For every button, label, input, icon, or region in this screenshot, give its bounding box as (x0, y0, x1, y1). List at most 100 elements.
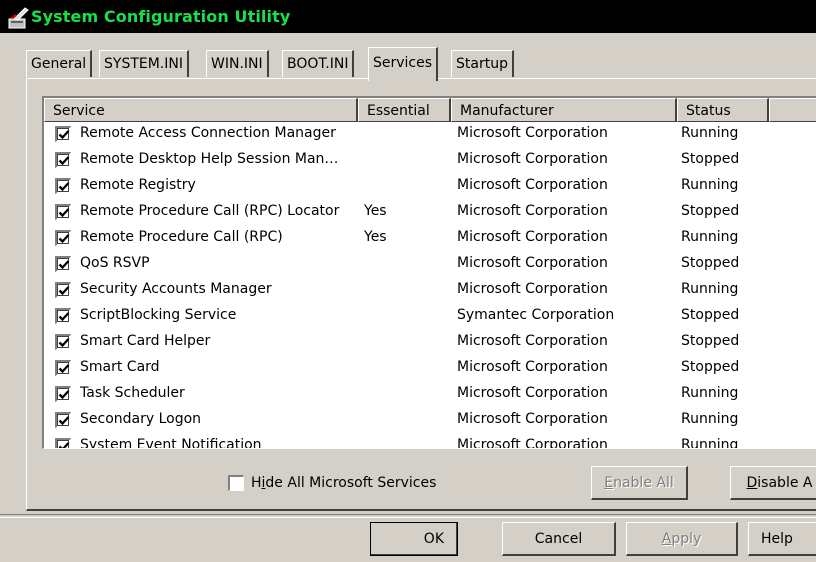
tab-startup[interactable]: Startup (451, 50, 514, 77)
tab-system-ini[interactable]: SYSTEM.INI (99, 50, 189, 77)
window-title: System Configuration Utility (31, 7, 291, 26)
cell-manufacturer: Microsoft Corporation (457, 203, 608, 219)
cell-service: ScriptBlocking Service (80, 307, 237, 323)
cell-status: Stopped (681, 359, 740, 375)
cell-service: Remote Access Connection Manager (80, 125, 336, 141)
service-checkbox[interactable] (55, 152, 71, 168)
column-header-status[interactable]: Status (677, 98, 769, 122)
table-row[interactable]: Task Scheduler Microsoft Corporation Runni… (44, 382, 816, 408)
cell-service: Smart Card Helper (80, 333, 211, 349)
cell-service: Secondary Logon (80, 411, 202, 427)
services-list[interactable]: Service Essential Manufacturer Status Re… (42, 96, 816, 449)
separator (0, 514, 816, 518)
cell-manufacturer: Microsoft Corporation (457, 411, 608, 427)
cell-status: Stopped (681, 333, 740, 349)
column-header-manufacturer[interactable]: Manufacturer (451, 98, 677, 122)
tab-boot-ini[interactable]: BOOT.INI (282, 50, 355, 77)
cell-manufacturer: Symantec Corporation (457, 307, 615, 323)
table-row[interactable]: Remote Procedure Call (RPC) Locator Yes Mi… (44, 200, 816, 226)
table-row[interactable]: Security Accounts Manager Microsoft Corpo… (44, 278, 816, 304)
hide-ms-services-label[interactable]: Hide All Microsoft Services (251, 475, 436, 491)
table-row[interactable]: Remote Access Connection Manager Microsof… (44, 122, 816, 148)
table-row[interactable]: Remote Registry Microsoft Corporation Runn… (44, 174, 816, 200)
cell-manufacturer: Microsoft Corporation (457, 151, 608, 167)
service-checkbox[interactable] (55, 308, 71, 324)
cell-status: Stopped (681, 255, 740, 271)
hide-ms-services-checkbox[interactable] (228, 475, 244, 491)
checkmark-icon (58, 312, 70, 322)
service-checkbox[interactable] (55, 126, 71, 142)
cell-status: Running (681, 281, 739, 297)
service-checkbox[interactable] (55, 412, 71, 428)
cell-manufacturer: Microsoft Corporation (457, 333, 608, 349)
service-checkbox[interactable] (55, 230, 71, 246)
table-row[interactable]: Smart Card Helper Microsoft Corporation St… (44, 330, 816, 356)
cell-manufacturer: Microsoft Corporation (457, 255, 608, 271)
checkmark-icon (58, 364, 70, 374)
checkmark-icon (58, 416, 70, 426)
title-bar[interactable]: System Configuration Utility (0, 0, 816, 33)
service-checkbox[interactable] (55, 256, 71, 272)
table-row[interactable]: ScriptBlocking Service Symantec Corporati… (44, 304, 816, 330)
service-checkbox[interactable] (55, 334, 71, 350)
cell-essential: Yes (364, 203, 387, 219)
column-header-filler (769, 98, 816, 122)
cell-status: Running (681, 125, 739, 141)
cell-service: Task Scheduler (80, 385, 185, 401)
cell-service: Remote Registry (80, 177, 196, 193)
column-header-essential[interactable]: Essential (358, 98, 451, 122)
cell-status: Running (681, 437, 739, 449)
service-checkbox[interactable] (55, 204, 71, 220)
table-row[interactable]: QoS RSVP Microsoft Corporation Stopped (44, 252, 816, 278)
msconfig-icon (8, 7, 29, 29)
checkmark-icon (58, 130, 70, 140)
tab-services[interactable]: Services (368, 47, 439, 81)
cell-essential: Yes (364, 229, 387, 245)
cell-status: Running (681, 177, 739, 193)
help-button[interactable]: Help (748, 522, 816, 556)
cell-status: Running (681, 385, 739, 401)
cell-manufacturer: Microsoft Corporation (457, 229, 608, 245)
list-header: Service Essential Manufacturer Status (44, 98, 816, 122)
checkmark-icon (58, 442, 70, 448)
cell-status: Stopped (681, 307, 740, 323)
cell-service: Remote Desktop Help Session Man… (80, 151, 339, 167)
checkmark-icon (58, 182, 70, 192)
disable-all-button[interactable]: Disable A (730, 466, 816, 500)
tab-general[interactable]: General (26, 50, 93, 77)
cell-manufacturer: Microsoft Corporation (457, 359, 608, 375)
cell-status: Running (681, 229, 739, 245)
checkmark-icon (58, 390, 70, 400)
cell-service: Smart Card (80, 359, 160, 375)
cell-status: Running (681, 411, 739, 427)
cell-status: Stopped (681, 151, 740, 167)
service-checkbox[interactable] (55, 360, 71, 376)
service-checkbox[interactable] (55, 438, 71, 448)
column-header-service[interactable]: Service (44, 98, 358, 122)
cell-status: Stopped (681, 203, 740, 219)
service-checkbox[interactable] (55, 282, 71, 298)
cell-manufacturer: Microsoft Corporation (457, 437, 608, 449)
cell-service: QoS RSVP (80, 255, 150, 271)
ok-button[interactable]: OK (370, 522, 458, 556)
table-row[interactable]: Remote Desktop Help Session Man… Microsof… (44, 148, 816, 174)
checkmark-icon (58, 208, 70, 218)
cell-service: Security Accounts Manager (80, 281, 272, 297)
checkmark-icon (58, 234, 70, 244)
table-row[interactable]: Smart Card Microsoft Corporation Stopped (44, 356, 816, 382)
cell-service: Remote Procedure Call (RPC) Locator (80, 203, 340, 219)
checkmark-icon (58, 156, 70, 166)
apply-button[interactable]: Apply (626, 522, 738, 556)
enable-all-button[interactable]: Enable All (591, 466, 688, 500)
table-row[interactable]: Remote Procedure Call (RPC) Yes Microsoft … (44, 226, 816, 252)
service-checkbox[interactable] (55, 386, 71, 402)
cell-service: Remote Procedure Call (RPC) (80, 229, 283, 245)
table-row[interactable]: System Event Notification Microsoft Corpo… (44, 434, 816, 449)
checkmark-icon (58, 286, 70, 296)
table-row[interactable]: Secondary Logon Microsoft Corporation Runn… (44, 408, 816, 434)
tab-win-ini[interactable]: WIN.INI (206, 50, 269, 77)
cancel-button[interactable]: Cancel (502, 522, 616, 556)
service-checkbox[interactable] (55, 178, 71, 194)
cell-manufacturer: Microsoft Corporation (457, 177, 608, 193)
checkmark-icon (58, 260, 70, 270)
